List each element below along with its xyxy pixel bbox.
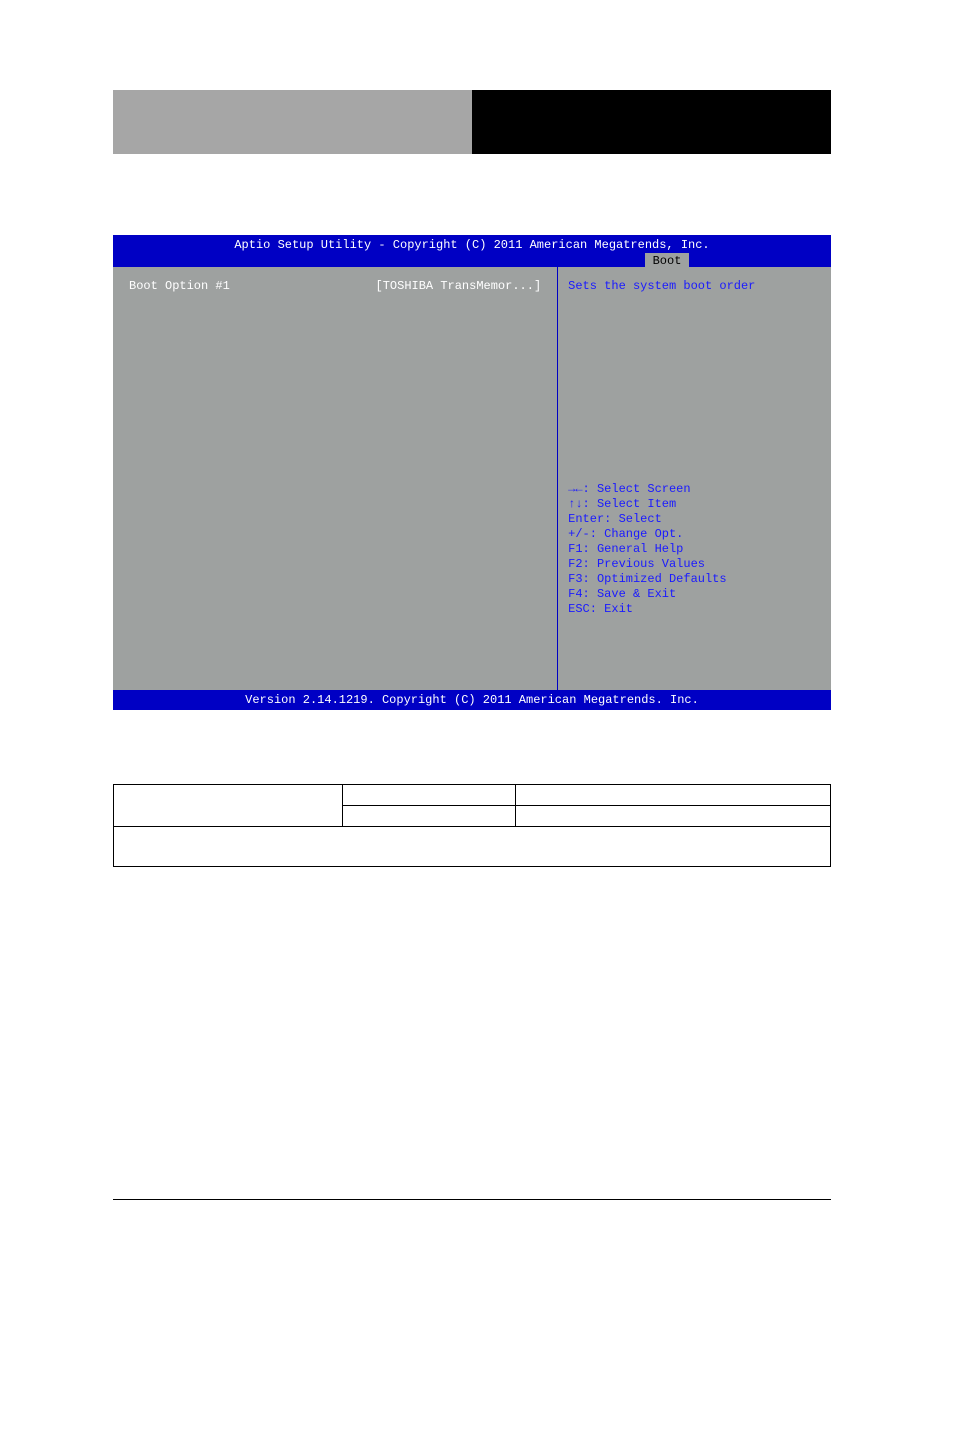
help-enter: Enter: Select <box>568 512 726 527</box>
table-cell-desc <box>515 806 830 827</box>
footer-divider <box>113 1199 831 1200</box>
help-f2: F2: Previous Values <box>568 557 726 572</box>
help-f3: F3: Optimized Defaults <box>568 572 726 587</box>
table-cell-value <box>343 785 515 806</box>
help-change-opt: +/-: Change Opt. <box>568 527 726 542</box>
bios-right-pane: Sets the system boot order →←: Select Sc… <box>558 267 831 690</box>
bios-title-bar: Aptio Setup Utility - Copyright (C) 2011… <box>113 235 831 265</box>
table-cell-desc <box>515 785 830 806</box>
help-f4: F4: Save & Exit <box>568 587 726 602</box>
bios-description: Sets the system boot order <box>568 279 821 293</box>
options-table <box>113 784 831 867</box>
bios-left-pane: Boot Option #1 [TOSHIBA TransMemor...] <box>113 267 558 690</box>
boot-option-label: Boot Option #1 <box>129 279 230 293</box>
bios-help-keys: →←: Select Screen ↑↓: Select Item Enter:… <box>568 482 726 617</box>
table-cell-label <box>114 785 343 827</box>
bios-footer: Version 2.14.1219. Copyright (C) 2011 Am… <box>113 690 831 710</box>
table-cell-value <box>343 806 515 827</box>
help-esc: ESC: Exit <box>568 602 726 617</box>
table-row <box>114 785 831 806</box>
bios-screenshot: Aptio Setup Utility - Copyright (C) 2011… <box>113 235 831 730</box>
boot-option-row: Boot Option #1 [TOSHIBA TransMemor...] <box>129 279 541 293</box>
help-f1: F1: General Help <box>568 542 726 557</box>
help-select-screen: →←: Select Screen <box>568 482 726 497</box>
boot-option-value: [TOSHIBA TransMemor...] <box>376 279 542 293</box>
table-cell-merged <box>114 827 831 867</box>
header-right-block <box>472 90 831 154</box>
header-band <box>113 90 831 154</box>
table-row <box>114 827 831 867</box>
help-select-item: ↑↓: Select Item <box>568 497 726 512</box>
bios-body: Boot Option #1 [TOSHIBA TransMemor...] S… <box>113 265 831 690</box>
bios-title-text: Aptio Setup Utility - Copyright (C) 2011… <box>234 238 709 252</box>
header-left-block <box>113 90 472 154</box>
